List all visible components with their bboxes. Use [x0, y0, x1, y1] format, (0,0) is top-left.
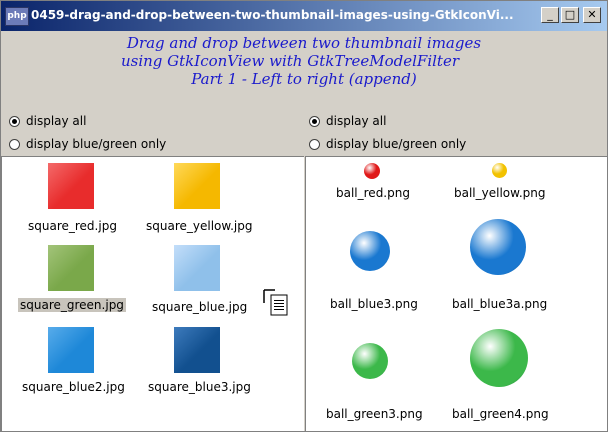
thumbnail-label[interactable]: square_yellow.jpg [146, 219, 252, 233]
square-blue2-thumbnail[interactable] [48, 327, 94, 373]
left-radio-bluegreen-label: display blue/green only [26, 137, 167, 151]
title-bar[interactable]: php 0459-drag-and-drop-between-two-thumb… [1, 1, 607, 31]
ball-blue3a-thumbnail[interactable] [470, 219, 526, 275]
thumbnail-label[interactable]: ball_blue3.png [330, 297, 418, 311]
square-blue-thumbnail[interactable] [174, 245, 220, 291]
ball-blue3-thumbnail[interactable] [350, 231, 390, 271]
close-button[interactable]: ✕ [583, 7, 601, 23]
ball-green4-thumbnail[interactable] [470, 329, 528, 387]
thumbnail-label-selected[interactable]: square_green.jpg [18, 298, 126, 312]
radio-unselected-icon [309, 138, 320, 150]
right-radio-bluegreen-label: display blue/green only [326, 137, 467, 151]
square-red-thumbnail[interactable] [48, 163, 94, 209]
header-line-3: Part 1 - Left to right (append) [191, 70, 417, 88]
window-title: 0459-drag-and-drop-between-two-thumbnail… [31, 8, 514, 22]
thumbnail-label[interactable]: ball_yellow.png [454, 186, 546, 200]
left-radio-display-all[interactable]: display all [9, 112, 86, 130]
ball-red-thumbnail[interactable] [364, 163, 380, 179]
right-icon-view[interactable]: ball_red.png ball_yellow.png ball_blue3.… [305, 156, 607, 431]
radio-selected-icon [309, 115, 320, 127]
thumbnail-label[interactable]: ball_blue3a.png [452, 297, 547, 311]
left-radio-bluegreen[interactable]: display blue/green only [9, 135, 166, 153]
header-line-2: using GtkIconView with GtkTreeModelFilte… [120, 52, 460, 70]
radio-selected-icon [9, 115, 20, 127]
ball-yellow-thumbnail[interactable] [492, 163, 507, 178]
maximize-button[interactable]: □ [561, 7, 579, 23]
app-window: php 0459-drag-and-drop-between-two-thumb… [0, 0, 608, 432]
thumbnail-label[interactable]: square_blue.jpg [152, 300, 247, 314]
thumbnail-label[interactable]: square_red.jpg [28, 219, 117, 233]
minimize-button[interactable]: _ [541, 7, 559, 23]
right-radio-display-all[interactable]: display all [309, 112, 386, 130]
thumbnail-label[interactable]: ball_red.png [336, 186, 410, 200]
radio-unselected-icon [9, 138, 20, 150]
square-green-thumbnail[interactable] [48, 245, 94, 291]
thumbnail-label[interactable]: ball_green4.png [452, 407, 549, 421]
thumbnail-label[interactable]: square_blue2.jpg [22, 380, 125, 394]
ball-green3-thumbnail[interactable] [352, 343, 388, 379]
right-radio-display-all-label: display all [326, 114, 387, 128]
square-blue3-thumbnail[interactable] [174, 327, 220, 373]
thumbnail-label[interactable]: ball_green3.png [326, 407, 423, 421]
left-icon-view[interactable]: square_red.jpg square_yellow.jpg square_… [1, 156, 304, 431]
right-radio-bluegreen[interactable]: display blue/green only [309, 135, 466, 153]
square-yellow-thumbnail[interactable] [174, 163, 220, 209]
header-line-1: Drag and drop between two thumbnail imag… [126, 34, 482, 52]
php-app-icon[interactable]: php [5, 7, 29, 26]
drag-copy-cursor-icon [263, 289, 288, 316]
left-radio-display-all-label: display all [26, 114, 87, 128]
thumbnail-label[interactable]: square_blue3.jpg [148, 380, 251, 394]
